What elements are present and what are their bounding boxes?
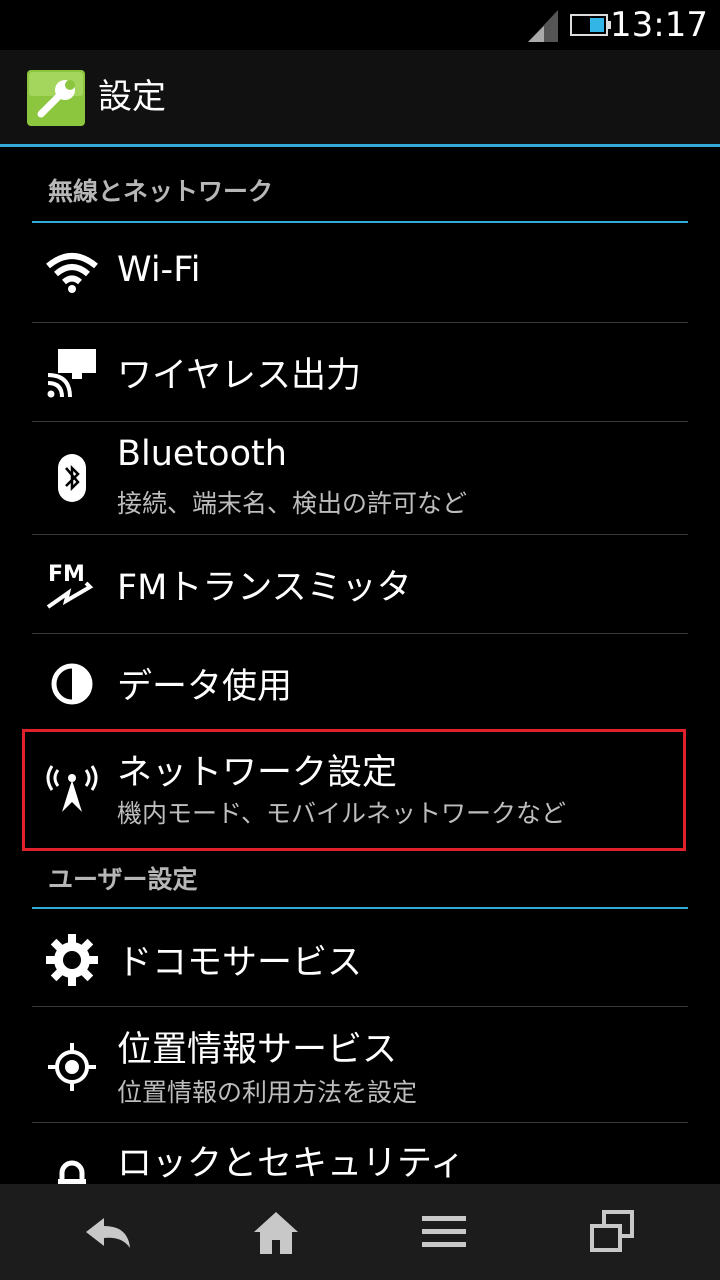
list-item-location-services[interactable]: 位置情報サービス 位置情報の利用方法を設定 xyxy=(0,1007,720,1121)
section-divider xyxy=(32,221,688,223)
cast-icon xyxy=(47,349,96,398)
page-title: 設定 xyxy=(98,77,166,117)
item-title: 位置情報サービス xyxy=(117,1030,398,1070)
list-item-lock-security[interactable]: ロックとセキュリティ xyxy=(0,1123,720,1184)
list-item-data-usage[interactable]: データ使用 xyxy=(0,634,720,728)
section-header-user: ユーザー設定 xyxy=(48,865,198,894)
signal-icon xyxy=(528,10,558,42)
highlight-box xyxy=(22,729,686,851)
fm-transmitter-icon: FM xyxy=(46,562,94,609)
status-time: 13:17 xyxy=(610,5,708,45)
item-title: Bluetooth xyxy=(117,434,287,474)
status-bar: 13:17 xyxy=(0,0,720,50)
item-title: データ使用 xyxy=(117,667,293,707)
item-title: ワイヤレス出力 xyxy=(117,356,361,396)
action-bar: 設定 xyxy=(0,50,720,147)
battery-icon xyxy=(570,14,611,36)
item-title: Wi-Fi xyxy=(117,250,201,290)
list-item-wireless-output[interactable]: ワイヤレス出力 xyxy=(0,323,720,421)
wifi-icon xyxy=(46,253,98,293)
list-item-docomo-service[interactable]: ドコモサービス xyxy=(0,910,720,1006)
item-title: ロックとセキュリティ xyxy=(117,1144,465,1184)
menu-icon[interactable] xyxy=(414,1204,474,1260)
bluetooth-icon xyxy=(58,454,86,502)
list-item-bluetooth[interactable]: Bluetooth 接続、端末名、検出の許可など xyxy=(0,422,720,534)
list-item-fm-transmitter[interactable]: FM FMトランスミッタ xyxy=(0,535,720,633)
gear-icon xyxy=(46,934,98,986)
item-subtitle: 位置情報の利用方法を設定 xyxy=(117,1078,418,1107)
svg-text:FM: FM xyxy=(48,562,85,587)
location-icon xyxy=(48,1043,96,1091)
home-icon[interactable] xyxy=(246,1204,306,1260)
list-item-wifi[interactable]: Wi-Fi xyxy=(0,224,720,322)
section-header-wireless: 無線とネットワーク xyxy=(48,177,274,206)
section-divider xyxy=(32,907,688,909)
data-usage-icon xyxy=(51,663,93,705)
recent-apps-icon[interactable] xyxy=(582,1204,642,1260)
item-title: ドコモサービス xyxy=(117,943,363,983)
item-subtitle: 接続、端末名、検出の許可など xyxy=(117,489,468,518)
wrench-icon[interactable] xyxy=(27,70,85,126)
lock-icon xyxy=(58,1160,86,1184)
navigation-bar xyxy=(0,1184,720,1280)
back-icon[interactable] xyxy=(78,1204,138,1260)
item-title: FMトランスミッタ xyxy=(117,568,412,608)
